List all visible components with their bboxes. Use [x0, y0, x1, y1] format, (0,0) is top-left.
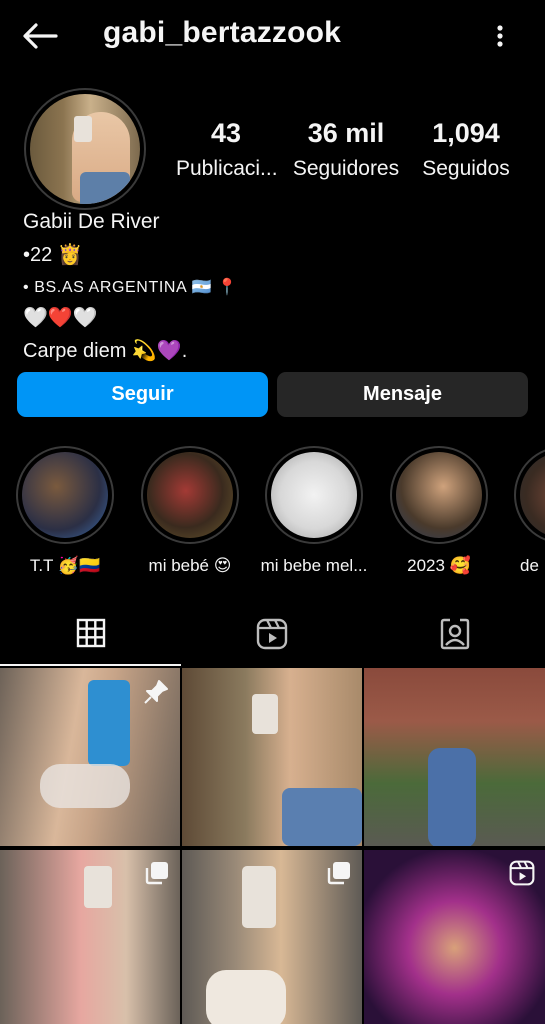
profile-avatar[interactable] — [24, 88, 146, 210]
highlight-item[interactable]: T.T 🥳🇨🇴 — [0, 446, 130, 576]
highlight-label: 2023 🥰 — [407, 556, 471, 575]
post-thumbnail[interactable] — [182, 668, 362, 846]
arrow-left-icon — [23, 23, 58, 49]
highlight-cover — [271, 452, 357, 538]
reel-icon — [509, 860, 535, 891]
bio-line-location: • BS.AS ARGENTINA 🇦🇷 📍 — [23, 279, 238, 296]
post-thumbnail[interactable] — [182, 850, 362, 1024]
followers-count: 36 mil — [307, 118, 385, 148]
highlight-item[interactable]: mi bebé 😍 — [125, 446, 255, 576]
highlight-item[interactable]: 2023 🥰 — [374, 446, 504, 576]
post-thumbnail[interactable] — [0, 668, 180, 846]
stat-following[interactable]: 1,094 Seguidos — [417, 118, 515, 181]
profile-bio: Gabii De River •22 👸 • BS.AS ARGENTINA 🇦… — [23, 210, 523, 363]
following-label: Seguidos — [422, 157, 510, 180]
story-highlights: T.T 🥳🇨🇴 mi bebé 😍 mi bebe mel... 2023 🥰 … — [0, 446, 545, 576]
post-thumbnail[interactable] — [0, 850, 180, 1024]
post-thumbnail[interactable] — [364, 668, 545, 846]
tab-reels[interactable] — [181, 602, 362, 666]
tab-grid[interactable] — [0, 602, 181, 666]
more-vertical-icon — [497, 25, 503, 47]
stat-followers[interactable]: 36 mil Seguidores — [289, 118, 403, 181]
bio-line-age: •22 👸 — [23, 244, 83, 266]
highlight-cover — [520, 452, 545, 538]
profile-tabs — [0, 602, 545, 666]
follow-button[interactable]: Seguir — [17, 372, 268, 417]
posts-grid — [0, 666, 545, 1024]
back-button[interactable] — [20, 18, 60, 54]
message-button[interactable]: Mensaje — [277, 372, 528, 417]
highlight-cover — [396, 452, 482, 538]
highlight-label: mi bebé 😍 — [148, 556, 232, 575]
pin-icon — [142, 678, 170, 711]
followers-label: Seguidores — [292, 157, 400, 180]
bio-line-hearts: 🤍❤️🤍 — [23, 307, 98, 329]
following-count: 1,094 — [432, 118, 500, 148]
profile-display-name: Gabii De River — [23, 210, 160, 233]
highlight-cover — [147, 452, 233, 538]
grid-icon — [76, 618, 105, 648]
posts-label: Publicaci... — [176, 157, 278, 180]
avatar-image — [30, 94, 140, 204]
tagged-user-icon — [440, 618, 469, 650]
post-thumbnail[interactable] — [364, 850, 545, 1024]
multi-photo-icon — [144, 860, 170, 891]
highlight-label: mi bebe mel... — [260, 556, 368, 575]
highlight-cover — [22, 452, 108, 538]
profile-username: gabi_bertazzook — [103, 16, 342, 49]
reels-icon — [256, 618, 287, 650]
bio-line-motto: Carpe diem 💫💜. — [23, 340, 188, 362]
more-options-button[interactable] — [486, 20, 514, 52]
highlight-label: de — [520, 556, 539, 575]
tab-tagged[interactable] — [364, 602, 545, 666]
highlight-label: T.T 🥳🇨🇴 — [29, 556, 101, 575]
highlight-item[interactable]: de — [498, 446, 545, 576]
multi-photo-icon — [326, 860, 352, 891]
posts-count: 43 — [210, 118, 242, 148]
top-bar: gabi_bertazzook — [0, 0, 545, 72]
highlight-item[interactable]: mi bebe mel... — [249, 446, 379, 576]
stat-posts[interactable]: 43 Publicaci... — [176, 118, 278, 181]
